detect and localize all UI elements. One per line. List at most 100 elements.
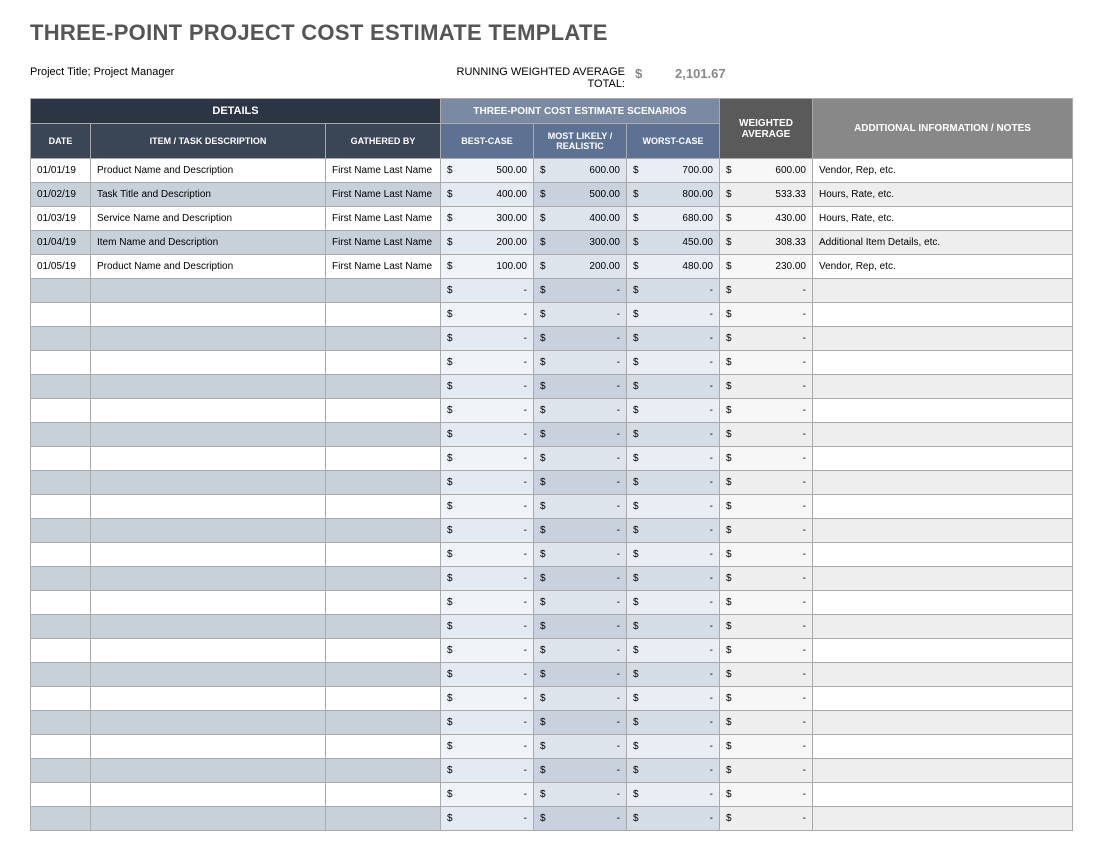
- cell-item[interactable]: [91, 303, 326, 327]
- cell-weighted[interactable]: $-: [720, 399, 813, 423]
- cell-worst[interactable]: $-: [627, 303, 720, 327]
- cell-item[interactable]: [91, 615, 326, 639]
- cell-best[interactable]: $-: [441, 783, 534, 807]
- cell-weighted[interactable]: $600.00: [720, 159, 813, 183]
- cell-gathered[interactable]: [326, 399, 441, 423]
- cell-weighted[interactable]: $-: [720, 495, 813, 519]
- cell-likely[interactable]: $-: [534, 279, 627, 303]
- cell-item[interactable]: [91, 423, 326, 447]
- cell-weighted[interactable]: $-: [720, 567, 813, 591]
- cell-best[interactable]: $-: [441, 759, 534, 783]
- cell-best[interactable]: $-: [441, 471, 534, 495]
- cell-weighted[interactable]: $-: [720, 303, 813, 327]
- cell-item[interactable]: [91, 735, 326, 759]
- cell-date[interactable]: [31, 639, 91, 663]
- cell-notes[interactable]: Additional Item Details, etc.: [813, 231, 1073, 255]
- cell-date[interactable]: [31, 471, 91, 495]
- cell-notes[interactable]: Hours, Rate, etc.: [813, 207, 1073, 231]
- cell-date[interactable]: [31, 399, 91, 423]
- cell-date[interactable]: [31, 591, 91, 615]
- cell-notes[interactable]: [813, 735, 1073, 759]
- cell-gathered[interactable]: First Name Last Name: [326, 159, 441, 183]
- cell-weighted[interactable]: $-: [720, 591, 813, 615]
- cell-worst[interactable]: $450.00: [627, 231, 720, 255]
- cell-item[interactable]: [91, 519, 326, 543]
- cell-weighted[interactable]: $-: [720, 351, 813, 375]
- cell-likely[interactable]: $-: [534, 327, 627, 351]
- cell-item[interactable]: [91, 783, 326, 807]
- cell-notes[interactable]: [813, 543, 1073, 567]
- cell-gathered[interactable]: [326, 303, 441, 327]
- cell-notes[interactable]: [813, 375, 1073, 399]
- cell-gathered[interactable]: [326, 519, 441, 543]
- cell-date[interactable]: [31, 615, 91, 639]
- cell-likely[interactable]: $-: [534, 735, 627, 759]
- cell-best[interactable]: $100.00: [441, 255, 534, 279]
- cell-likely[interactable]: $-: [534, 567, 627, 591]
- cell-best[interactable]: $-: [441, 567, 534, 591]
- cell-likely[interactable]: $300.00: [534, 231, 627, 255]
- cell-weighted[interactable]: $308.33: [720, 231, 813, 255]
- cell-gathered[interactable]: First Name Last Name: [326, 255, 441, 279]
- cell-gathered[interactable]: [326, 591, 441, 615]
- cell-item[interactable]: [91, 567, 326, 591]
- cell-worst[interactable]: $-: [627, 591, 720, 615]
- cell-gathered[interactable]: [326, 735, 441, 759]
- cell-item[interactable]: [91, 327, 326, 351]
- cell-gathered[interactable]: [326, 807, 441, 831]
- cell-likely[interactable]: $-: [534, 687, 627, 711]
- cell-gathered[interactable]: [326, 471, 441, 495]
- cell-weighted[interactable]: $-: [720, 663, 813, 687]
- cell-gathered[interactable]: [326, 711, 441, 735]
- cell-likely[interactable]: $-: [534, 759, 627, 783]
- cell-date[interactable]: [31, 783, 91, 807]
- cell-likely[interactable]: $-: [534, 375, 627, 399]
- cell-likely[interactable]: $-: [534, 615, 627, 639]
- cell-worst[interactable]: $-: [627, 783, 720, 807]
- cell-best[interactable]: $300.00: [441, 207, 534, 231]
- cell-best[interactable]: $200.00: [441, 231, 534, 255]
- cell-best[interactable]: $-: [441, 447, 534, 471]
- cell-worst[interactable]: $-: [627, 399, 720, 423]
- cell-date[interactable]: 01/05/19: [31, 255, 91, 279]
- cell-item[interactable]: [91, 447, 326, 471]
- cell-item[interactable]: [91, 639, 326, 663]
- cell-item[interactable]: [91, 375, 326, 399]
- cell-best[interactable]: $-: [441, 687, 534, 711]
- cell-weighted[interactable]: $-: [720, 279, 813, 303]
- cell-date[interactable]: [31, 807, 91, 831]
- cell-date[interactable]: [31, 663, 91, 687]
- cell-notes[interactable]: [813, 399, 1073, 423]
- cell-gathered[interactable]: [326, 639, 441, 663]
- cell-notes[interactable]: [813, 303, 1073, 327]
- cell-notes[interactable]: [813, 471, 1073, 495]
- cell-notes[interactable]: [813, 615, 1073, 639]
- cell-notes[interactable]: [813, 687, 1073, 711]
- cell-notes[interactable]: [813, 327, 1073, 351]
- cell-notes[interactable]: [813, 495, 1073, 519]
- cell-weighted[interactable]: $-: [720, 711, 813, 735]
- cell-notes[interactable]: [813, 783, 1073, 807]
- cell-item[interactable]: [91, 279, 326, 303]
- cell-date[interactable]: [31, 327, 91, 351]
- cell-date[interactable]: 01/02/19: [31, 183, 91, 207]
- cell-weighted[interactable]: $-: [720, 519, 813, 543]
- cell-worst[interactable]: $-: [627, 567, 720, 591]
- cell-worst[interactable]: $-: [627, 447, 720, 471]
- cell-worst[interactable]: $-: [627, 375, 720, 399]
- cell-item[interactable]: Service Name and Description: [91, 207, 326, 231]
- cell-item[interactable]: Product Name and Description: [91, 159, 326, 183]
- cell-worst[interactable]: $-: [627, 735, 720, 759]
- cell-date[interactable]: [31, 351, 91, 375]
- cell-weighted[interactable]: $-: [720, 447, 813, 471]
- cell-date[interactable]: [31, 303, 91, 327]
- cell-worst[interactable]: $480.00: [627, 255, 720, 279]
- cell-likely[interactable]: $-: [534, 783, 627, 807]
- cell-gathered[interactable]: [326, 495, 441, 519]
- cell-notes[interactable]: [813, 639, 1073, 663]
- cell-gathered[interactable]: [326, 687, 441, 711]
- cell-notes[interactable]: [813, 423, 1073, 447]
- cell-weighted[interactable]: $-: [720, 687, 813, 711]
- cell-gathered[interactable]: First Name Last Name: [326, 231, 441, 255]
- cell-gathered[interactable]: [326, 327, 441, 351]
